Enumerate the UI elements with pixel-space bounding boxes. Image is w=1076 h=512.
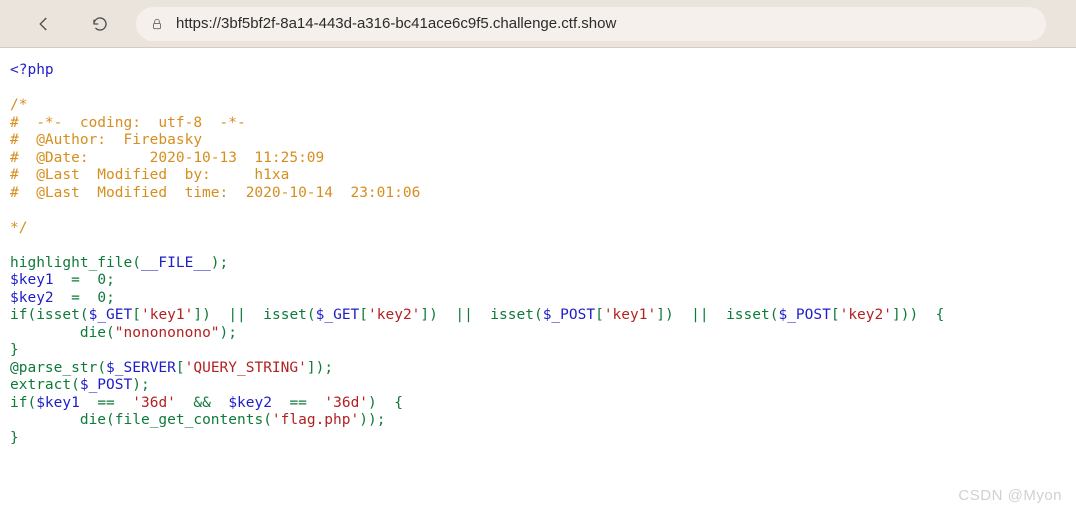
url-text: https://3bf5bf2f-8a14-443d-a316-bc41ace6… [176, 15, 616, 32]
comment-block-close: */ [10, 220, 27, 236]
comment-line: # @Last Modified by: h1xa [10, 167, 289, 183]
comment-line: # @Date: 2020-10-13 11:25:09 [10, 150, 324, 166]
php-source-code: <?php /* # -*- coding: utf-8 -*- # @Auth… [0, 48, 1076, 461]
back-button[interactable] [26, 6, 62, 42]
comment-line: # @Author: Firebasky [10, 132, 202, 148]
fn-highlight: highlight_file [10, 255, 132, 271]
browser-toolbar: https://3bf5bf2f-8a14-443d-a316-bc41ace6… [0, 0, 1076, 48]
reload-button[interactable] [82, 6, 118, 42]
comment-block-open: /* [10, 97, 27, 113]
comment-line: # -*- coding: utf-8 -*- [10, 115, 246, 131]
watermark: CSDN @Myon [958, 487, 1062, 504]
php-open-tag: <?php [10, 62, 54, 78]
address-bar[interactable]: https://3bf5bf2f-8a14-443d-a316-bc41ace6… [136, 7, 1046, 41]
arrow-left-icon [35, 15, 53, 33]
lock-icon [150, 17, 164, 31]
reload-icon [91, 15, 109, 33]
comment-line: # @Last Modified time: 2020-10-14 23:01:… [10, 185, 420, 201]
